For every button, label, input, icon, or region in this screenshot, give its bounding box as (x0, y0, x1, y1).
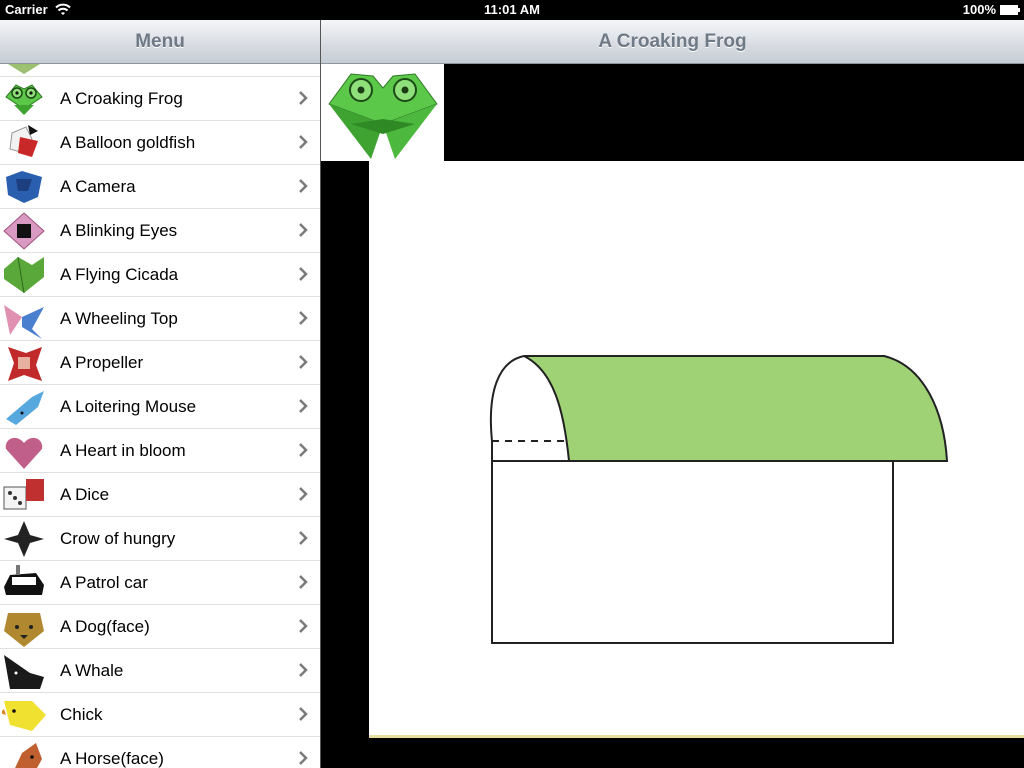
menu-item-label: A Balloon goldfish (60, 133, 196, 152)
menu-item-label: A Whale (60, 661, 124, 680)
chevron-right-icon (299, 223, 308, 237)
chevron-right-icon (299, 179, 308, 193)
chevron-right-icon (299, 707, 308, 721)
detail-title: A Croaking Frog (598, 31, 747, 52)
menu-item-label: A Blinking Eyes (60, 221, 178, 240)
frog-icon (328, 73, 438, 159)
chevron-right-icon (299, 531, 308, 545)
clock: 11:01 AM (484, 2, 540, 17)
chevron-right-icon (299, 619, 308, 633)
menu-item-a-wheeling-top[interactable]: A Wheeling Top (0, 297, 320, 341)
status-bar: Carrier 11:01 AM 100% (0, 0, 1024, 20)
battery-percent: 100% (962, 2, 996, 17)
chevron-right-icon (299, 135, 308, 149)
goldfish-icon (9, 125, 38, 157)
chevron-right-icon (299, 487, 308, 501)
dog-face-icon (4, 613, 44, 647)
paper-back-edge (489, 355, 525, 442)
menu-item-chick[interactable]: Chick (0, 693, 320, 737)
menu-item-label: A Camera (60, 177, 136, 196)
chevron-right-icon (299, 575, 308, 589)
menu-item-label: A Patrol car (60, 573, 148, 592)
whale-icon (4, 655, 44, 689)
chevron-right-icon (299, 751, 308, 765)
paper-base (491, 460, 894, 644)
menu-item-a-dice[interactable]: A Dice (0, 473, 320, 517)
chick-icon (2, 701, 46, 731)
menu-item-label: A Dog(face) (60, 617, 150, 636)
menu-item-crow-of-hungry[interactable]: Crow of hungry (0, 517, 320, 561)
menu-item-label: A Wheeling Top (60, 309, 178, 328)
mouse-icon (6, 391, 44, 425)
chevron-right-icon (299, 91, 308, 105)
detail-navbar: A Croaking Frog (321, 20, 1024, 64)
chevron-right-icon (299, 267, 308, 281)
menu-item-label: A Horse(face) (60, 749, 164, 768)
menu-item-a-balloon-goldfish[interactable]: A Balloon goldfish (0, 121, 320, 165)
menu-item-a-horse-face[interactable]: A Horse(face) (0, 737, 320, 768)
menu-navbar: Menu (0, 20, 320, 64)
menu-item-label: A Loitering Mouse (60, 397, 197, 416)
green-folded-flap (523, 355, 949, 462)
menu-item-a-croaking-frog[interactable]: A Croaking Frog (0, 77, 320, 121)
menu-panel: Menu A Croaking Frog A Balloon goldfish A … (0, 20, 321, 768)
menu-item-label: Chick (60, 705, 103, 724)
battery-icon (1000, 5, 1020, 15)
chevron-right-icon (299, 311, 308, 325)
menu-title: Menu (135, 31, 185, 52)
menu-item-a-patrol-car[interactable]: A Patrol car (0, 561, 320, 605)
menu-item-a-loitering-mouse[interactable]: A Loitering Mouse (0, 385, 320, 429)
menu-item-label: A Heart in bloom (60, 441, 186, 460)
menu-item-label: A Croaking Frog (60, 89, 183, 108)
detail-frog-thumbnail[interactable] (321, 64, 444, 161)
cicada-icon (4, 256, 44, 294)
chevron-right-icon (299, 355, 308, 369)
menu-item-a-whale[interactable]: A Whale (0, 649, 320, 693)
patrol-car-icon (4, 565, 44, 595)
fold-diagram (489, 355, 949, 644)
crow-icon (4, 521, 44, 557)
propeller-icon (8, 347, 42, 381)
menu-item-label: A Flying Cicada (60, 265, 179, 284)
menu-item-a-camera[interactable]: A Camera (0, 165, 320, 209)
menu-item-a-blinking-eyes[interactable]: A Blinking Eyes (0, 209, 320, 253)
dice-icon (3, 479, 44, 510)
eyes-icon (3, 212, 45, 250)
detail-panel: A Croaking Frog (321, 20, 1024, 768)
chevron-right-icon (299, 443, 308, 457)
chevron-right-icon (299, 663, 308, 677)
menu-item-a-flying-cicada[interactable]: A Flying Cicada (0, 253, 320, 297)
frog-icon (5, 84, 43, 115)
menu-item-label: Crow of hungry (60, 529, 176, 548)
fold-diagram-canvas (369, 161, 1024, 738)
horse-face-icon (15, 743, 42, 768)
menu-item-a-propeller[interactable]: A Propeller (0, 341, 320, 385)
menu-item-label: A Dice (60, 485, 110, 504)
chevron-right-icon (299, 399, 308, 413)
camera-icon (6, 171, 42, 203)
partial-thumb-icon (8, 64, 40, 74)
menu-item-label: A Propeller (60, 353, 144, 372)
partial-row (0, 64, 320, 77)
menu-list[interactable]: A Croaking Frog A Balloon goldfish A Camer… (0, 64, 320, 768)
menu-item-a-dog-face[interactable]: A Dog(face) (0, 605, 320, 649)
heart-icon (5, 437, 43, 469)
top-icon (4, 305, 44, 339)
menu-item-a-heart-in-bloom[interactable]: A Heart in bloom (0, 429, 320, 473)
